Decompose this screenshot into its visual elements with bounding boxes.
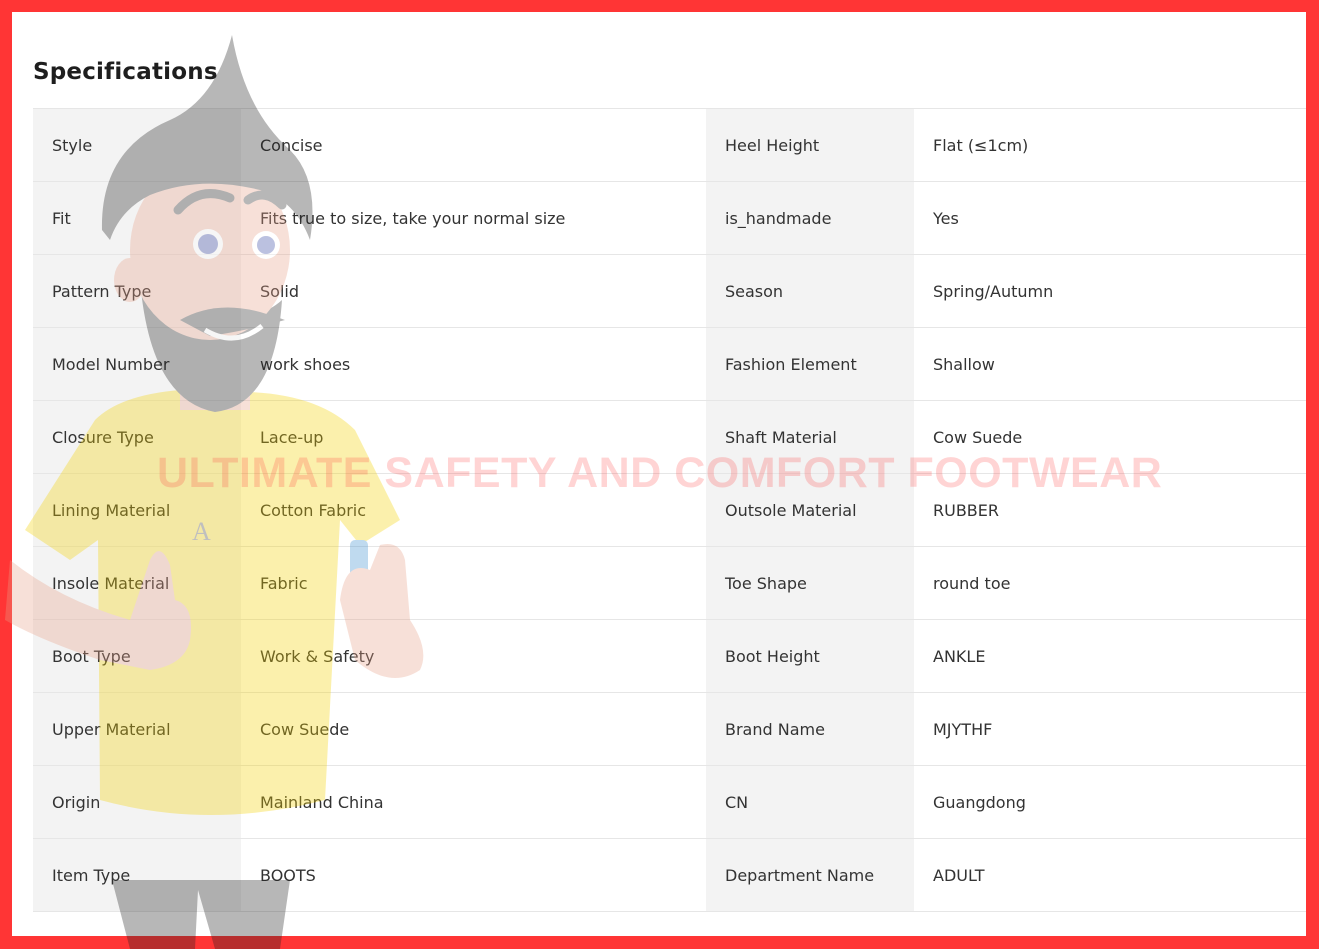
spec-label: CN <box>706 765 914 839</box>
spec-row: Item Type BOOTS Department Name ADULT <box>33 838 1306 912</box>
spec-label: Lining Material <box>33 473 241 547</box>
spec-label: Model Number <box>33 327 241 401</box>
spec-value: Spring/Autumn <box>914 254 1306 328</box>
spec-value: Yes <box>914 181 1306 255</box>
spec-label: Season <box>706 254 914 328</box>
spec-label: Department Name <box>706 838 914 912</box>
spec-label: Fit <box>33 181 241 255</box>
specifications-panel: Specifications Style Concise Heel Height Fl… <box>12 12 1306 936</box>
spec-value: Shallow <box>914 327 1306 401</box>
spec-label: Brand Name <box>706 692 914 766</box>
spec-value: Concise <box>241 108 706 182</box>
spec-value: round toe <box>914 546 1306 620</box>
spec-value: Flat (≤1cm) <box>914 108 1306 182</box>
spec-label: is_handmade <box>706 181 914 255</box>
spec-value: Cow Suede <box>241 692 706 766</box>
spec-label: Item Type <box>33 838 241 912</box>
spec-label: Closure Type <box>33 400 241 474</box>
spec-label: Outsole Material <box>706 473 914 547</box>
spec-row: Model Number work shoes Fashion Element Sha… <box>33 327 1306 401</box>
spec-label: Heel Height <box>706 108 914 182</box>
spec-row: Insole Material Fabric Toe Shape round toe <box>33 546 1306 620</box>
spec-value: ADULT <box>914 838 1306 912</box>
spec-row: Boot Type Work & Safety Boot Height ANKLE <box>33 619 1306 693</box>
spec-label: Toe Shape <box>706 546 914 620</box>
spec-value: MJYTHF <box>914 692 1306 766</box>
spec-label: Shaft Material <box>706 400 914 474</box>
spec-row: Fit Fits true to size, take your normal s… <box>33 181 1306 255</box>
spec-value: Guangdong <box>914 765 1306 839</box>
spec-value: Cow Suede <box>914 400 1306 474</box>
spec-value: work shoes <box>241 327 706 401</box>
spec-label: Pattern Type <box>33 254 241 328</box>
spec-label: Insole Material <box>33 546 241 620</box>
spec-row: Lining Material Cotton Fabric Outsole Mate… <box>33 473 1306 547</box>
spec-value: Fits true to size, take your normal size <box>241 181 706 255</box>
spec-label: Origin <box>33 765 241 839</box>
spec-row: Closure Type Lace-up Shaft Material Cow Sue… <box>33 400 1306 474</box>
spec-value: RUBBER <box>914 473 1306 547</box>
spec-value: Cotton Fabric <box>241 473 706 547</box>
spec-value: ANKLE <box>914 619 1306 693</box>
spec-row: Upper Material Cow Suede Brand Name MJYTHF <box>33 692 1306 766</box>
spec-row: Origin Mainland China CN Guangdong <box>33 765 1306 839</box>
spec-label: Upper Material <box>33 692 241 766</box>
spec-label: Boot Height <box>706 619 914 693</box>
spec-label: Fashion Element <box>706 327 914 401</box>
spec-label: Boot Type <box>33 619 241 693</box>
spec-row: Pattern Type Solid Season Spring/Autumn <box>33 254 1306 328</box>
specifications-table: Style Concise Heel Height Flat (≤1cm) Fit Fit… <box>33 108 1306 912</box>
spec-value: Work & Safety <box>241 619 706 693</box>
spec-row: Style Concise Heel Height Flat (≤1cm) <box>33 108 1306 182</box>
section-title: Specifications <box>33 59 218 85</box>
spec-label: Style <box>33 108 241 182</box>
spec-value: BOOTS <box>241 838 706 912</box>
spec-value: Mainland China <box>241 765 706 839</box>
spec-value: Solid <box>241 254 706 328</box>
spec-value: Lace-up <box>241 400 706 474</box>
spec-value: Fabric <box>241 546 706 620</box>
